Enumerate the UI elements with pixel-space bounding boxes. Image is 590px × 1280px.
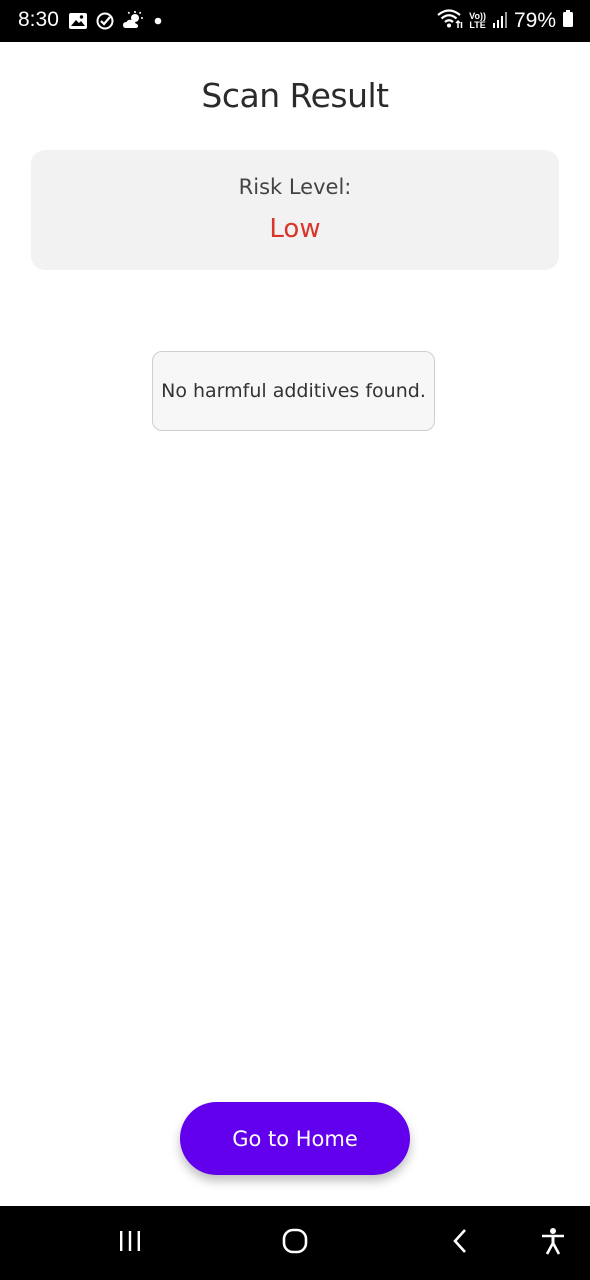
accessibility-icon	[540, 1227, 566, 1259]
back-nav-button[interactable]	[443, 1228, 479, 1258]
volte-indicator: Vo)) LTE	[469, 11, 486, 30]
image-icon	[68, 11, 88, 35]
risk-level-label: Risk Level:	[238, 175, 352, 199]
go-to-home-button[interactable]: Go to Home	[180, 1102, 410, 1175]
dot-icon	[151, 11, 165, 35]
recent-apps-icon	[117, 1229, 143, 1257]
page-title: Scan Result	[201, 76, 389, 115]
result-message-text: No harmful additives found.	[161, 380, 426, 402]
home-nav-button[interactable]	[277, 1228, 313, 1258]
weather-icon	[122, 11, 144, 35]
status-bar: 8:30 Vo)) LTE 79%	[0, 0, 590, 42]
system-nav-bar	[0, 1206, 590, 1280]
status-time: 8:30	[18, 8, 59, 31]
accessibility-button[interactable]	[535, 1228, 571, 1258]
signal-icon	[492, 9, 508, 33]
home-icon	[281, 1227, 309, 1259]
status-right: Vo)) LTE 79%	[437, 8, 574, 34]
notification-icons	[68, 11, 165, 35]
risk-level-card: Risk Level: Low	[31, 150, 559, 270]
wifi-icon	[437, 8, 463, 34]
result-message-box: No harmful additives found.	[152, 351, 435, 431]
risk-level-value: Low	[269, 214, 321, 244]
check-circle-icon	[95, 11, 115, 35]
scan-result-screen: 8:30 Vo)) LTE 79% Scan Result Risk Level…	[0, 0, 590, 1280]
battery-icon	[562, 9, 574, 33]
back-icon	[450, 1227, 472, 1259]
battery-percent: 79%	[513, 9, 556, 32]
recent-apps-button[interactable]	[112, 1228, 148, 1258]
